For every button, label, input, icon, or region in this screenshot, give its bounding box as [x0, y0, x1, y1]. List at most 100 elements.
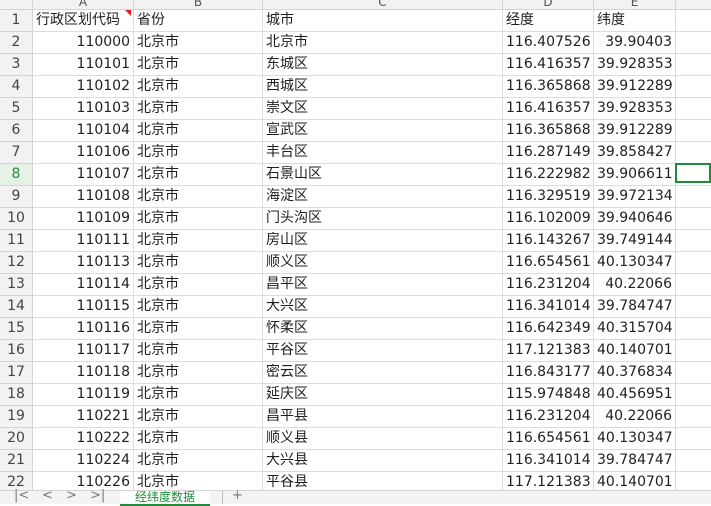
table-cell[interactable]: 116.365868 — [503, 120, 594, 142]
table-cell[interactable]: 北京市 — [263, 32, 503, 54]
row-header[interactable]: 2 — [0, 32, 33, 54]
table-cell[interactable]: 39.912289 — [594, 120, 676, 142]
table-cell[interactable]: 海淀区 — [263, 186, 503, 208]
table-cell[interactable]: 大兴县 — [263, 450, 503, 472]
table-cell[interactable] — [676, 296, 711, 318]
table-cell[interactable]: 116.843177 — [503, 362, 594, 384]
table-cell[interactable]: 110222 — [33, 428, 134, 450]
table-cell[interactable]: 昌平县 — [263, 406, 503, 428]
table-cell[interactable]: 110106 — [33, 142, 134, 164]
table-cell[interactable]: 40.140701 — [594, 340, 676, 362]
table-cell[interactable]: 110114 — [33, 274, 134, 296]
table-cell[interactable] — [676, 76, 711, 98]
table-cell[interactable]: 北京市 — [134, 98, 263, 120]
table-cell[interactable]: 116.654561 — [503, 252, 594, 274]
column-header-b[interactable]: B — [134, 0, 263, 9]
table-cell[interactable]: 110116 — [33, 318, 134, 340]
table-cell[interactable]: 宣武区 — [263, 120, 503, 142]
row-header[interactable]: 1 — [0, 10, 33, 32]
row-header[interactable]: 13 — [0, 274, 33, 296]
row-header[interactable]: 18 — [0, 384, 33, 406]
table-cell[interactable]: 116.222982 — [503, 164, 594, 186]
table-cell[interactable]: 北京市 — [134, 362, 263, 384]
table-cell[interactable]: 北京市 — [134, 384, 263, 406]
table-cell[interactable]: 40.22066 — [594, 274, 676, 296]
column-header-d[interactable]: D — [503, 0, 594, 9]
table-cell[interactable]: 北京市 — [134, 164, 263, 186]
table-cell[interactable]: 116.407526 — [503, 32, 594, 54]
table-cell[interactable]: 117.121383 — [503, 340, 594, 362]
sheet-tab-active[interactable]: 经纬度数据 — [120, 491, 210, 506]
table-cell[interactable]: 39.972134 — [594, 186, 676, 208]
table-cell[interactable] — [676, 10, 711, 32]
table-cell[interactable]: 密云区 — [263, 362, 503, 384]
row-header[interactable]: 10 — [0, 208, 33, 230]
table-cell[interactable]: 39.940646 — [594, 208, 676, 230]
table-cell[interactable] — [676, 252, 711, 274]
table-cell[interactable]: 110111 — [33, 230, 134, 252]
table-cell[interactable]: 北京市 — [134, 76, 263, 98]
table-cell[interactable]: 平谷区 — [263, 340, 503, 362]
next-sheet-icon[interactable]: > — [66, 488, 77, 503]
comment-indicator-icon[interactable] — [125, 10, 131, 16]
table-cell[interactable] — [676, 318, 711, 340]
column-header-a[interactable]: A — [33, 0, 134, 9]
row-header[interactable]: 5 — [0, 98, 33, 120]
table-cell[interactable]: 北京市 — [134, 120, 263, 142]
table-cell[interactable]: 北京市 — [134, 54, 263, 76]
row-header[interactable]: 9 — [0, 186, 33, 208]
table-cell[interactable]: 116.416357 — [503, 98, 594, 120]
row-header[interactable]: 20 — [0, 428, 33, 450]
table-cell[interactable]: 116.231204 — [503, 274, 594, 296]
table-cell[interactable] — [676, 406, 711, 428]
table-cell[interactable] — [676, 186, 711, 208]
table-cell[interactable]: 北京市 — [134, 274, 263, 296]
table-cell[interactable]: 116.287149 — [503, 142, 594, 164]
table-cell[interactable]: 北京市 — [134, 296, 263, 318]
table-cell[interactable]: 北京市 — [134, 142, 263, 164]
row-header[interactable]: 6 — [0, 120, 33, 142]
table-cell[interactable]: 北京市 — [134, 318, 263, 340]
prev-sheet-icon[interactable]: < — [42, 488, 53, 503]
table-cell[interactable] — [676, 384, 711, 406]
table-cell[interactable]: 110000 — [33, 32, 134, 54]
table-cell[interactable]: 40.376834 — [594, 362, 676, 384]
table-cell[interactable]: 116.341014 — [503, 450, 594, 472]
table-cell[interactable] — [676, 450, 711, 472]
row-header[interactable]: 15 — [0, 318, 33, 340]
row-header[interactable]: 11 — [0, 230, 33, 252]
table-cell[interactable]: 39.928353 — [594, 54, 676, 76]
table-cell[interactable]: 110118 — [33, 362, 134, 384]
table-cell[interactable]: 116.365868 — [503, 76, 594, 98]
table-cell[interactable]: 110224 — [33, 450, 134, 472]
table-cell[interactable]: 40.456951 — [594, 384, 676, 406]
table-cell[interactable]: 顺义县 — [263, 428, 503, 450]
table-cell[interactable]: 115.974848 — [503, 384, 594, 406]
table-cell[interactable]: 丰台区 — [263, 142, 503, 164]
table-cell[interactable]: 110107 — [33, 164, 134, 186]
column-header-f[interactable] — [676, 0, 711, 9]
table-cell[interactable] — [676, 274, 711, 296]
table-cell[interactable]: 110113 — [33, 252, 134, 274]
table-cell[interactable]: 北京市 — [134, 450, 263, 472]
selected-cell[interactable] — [675, 163, 711, 183]
table-cell[interactable]: 110117 — [33, 340, 134, 362]
table-cell[interactable]: 北京市 — [134, 428, 263, 450]
table-cell[interactable]: 延庆区 — [263, 384, 503, 406]
table-cell[interactable]: 行政区划代码 — [33, 10, 134, 32]
table-cell[interactable]: 116.642349 — [503, 318, 594, 340]
table-cell[interactable]: 116.102009 — [503, 208, 594, 230]
table-cell[interactable]: 门头沟区 — [263, 208, 503, 230]
table-cell[interactable]: 39.912289 — [594, 76, 676, 98]
table-cell[interactable]: 110109 — [33, 208, 134, 230]
table-cell[interactable] — [676, 362, 711, 384]
table-cell[interactable]: 40.130347 — [594, 428, 676, 450]
select-all-corner[interactable] — [0, 0, 33, 9]
table-cell[interactable]: 北京市 — [134, 208, 263, 230]
table-cell[interactable]: 110103 — [33, 98, 134, 120]
table-cell[interactable]: 39.90403 — [594, 32, 676, 54]
row-header[interactable]: 21 — [0, 450, 33, 472]
table-cell[interactable]: 116.416357 — [503, 54, 594, 76]
row-header[interactable]: 8 — [0, 164, 33, 186]
table-cell[interactable]: 116.341014 — [503, 296, 594, 318]
